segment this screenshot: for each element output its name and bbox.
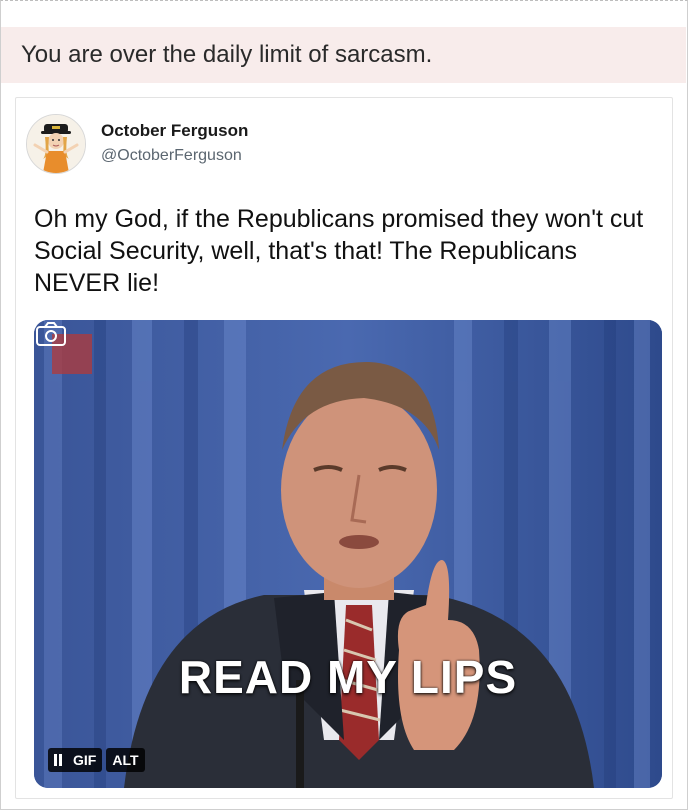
- gif-frame-illustration: [34, 320, 662, 788]
- alt-text-button[interactable]: ALT: [106, 748, 145, 772]
- media-controls: GIF ALT: [48, 748, 145, 772]
- avatar[interactable]: [26, 114, 86, 174]
- camera-icon[interactable]: [34, 320, 68, 348]
- gif-badge[interactable]: GIF: [70, 748, 103, 772]
- author-handle[interactable]: @OctoberFerguson: [101, 147, 242, 165]
- pause-button[interactable]: [48, 748, 70, 772]
- pause-icon: [54, 754, 57, 766]
- tweet-media-gif[interactable]: READ MY LIPS GIF ALT: [34, 320, 662, 788]
- tweet-card[interactable]: October Ferguson @OctoberFerguson Oh my …: [15, 97, 673, 799]
- sarcasm-banner: You are over the daily limit of sarcasm.: [1, 27, 686, 83]
- banner-text: You are over the daily limit of sarcasm.: [21, 41, 433, 68]
- tweet-text: Oh my God, if the Republicans promised t…: [34, 205, 644, 297]
- author-name[interactable]: October Ferguson: [101, 121, 248, 141]
- gif-caption: READ MY LIPS: [178, 651, 518, 703]
- avatar-illustration: [27, 115, 85, 173]
